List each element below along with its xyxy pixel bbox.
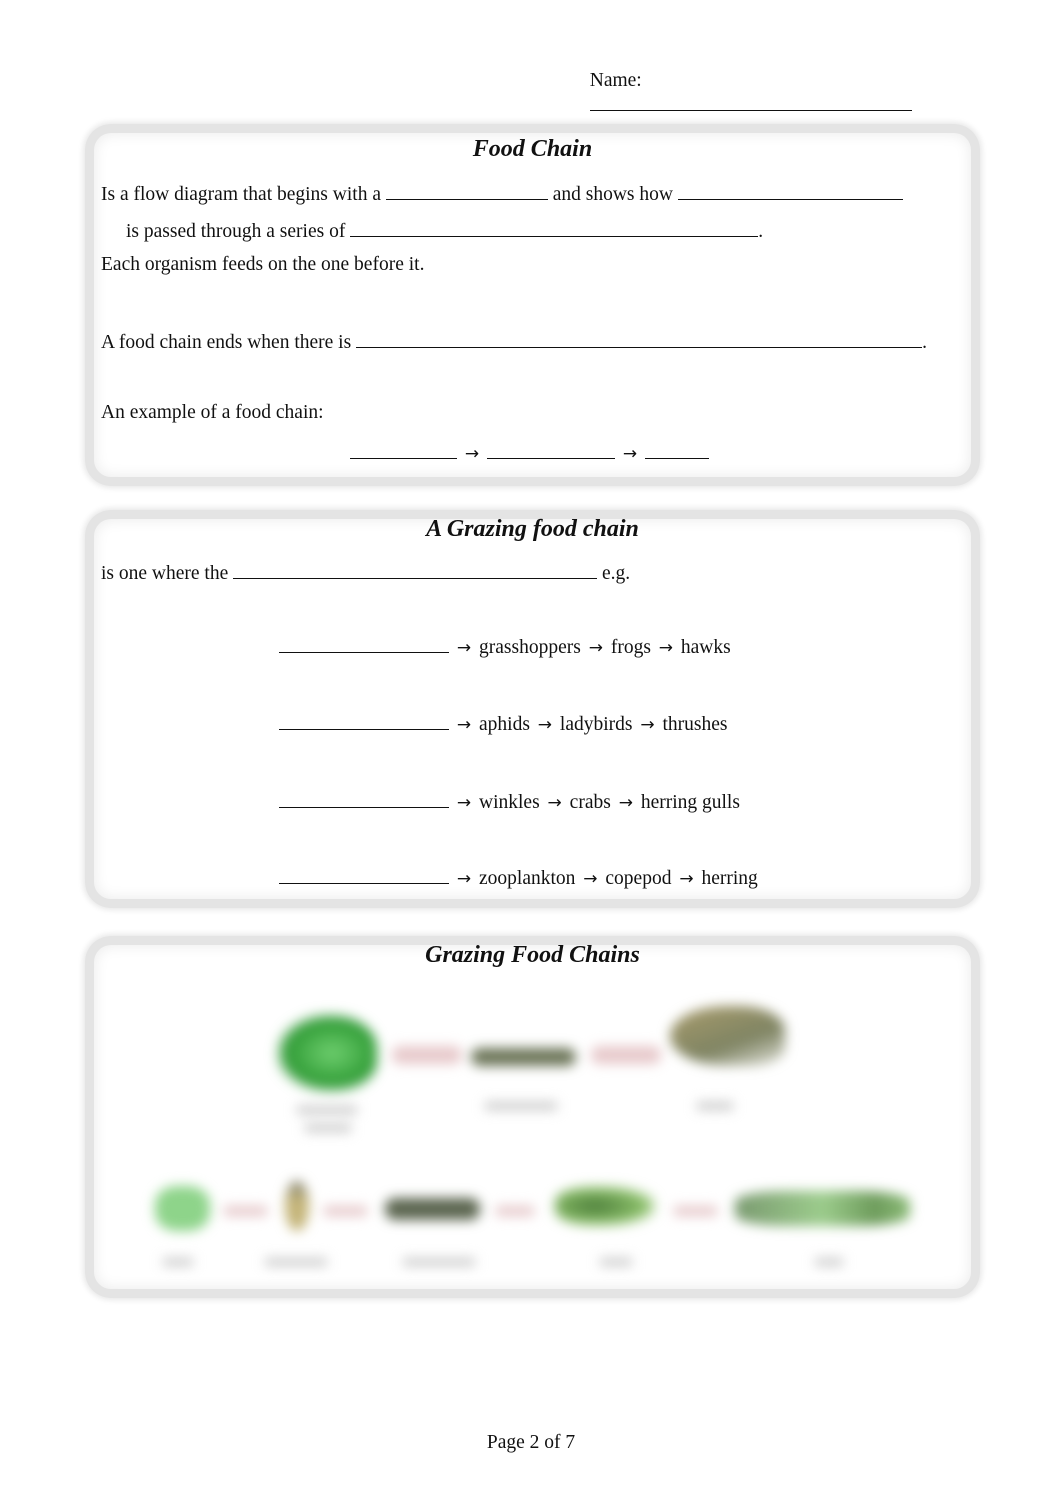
arrow-icon: → [456,793,472,813]
snake-illustration [735,1191,910,1226]
blank-series[interactable] [350,218,759,237]
definition-line-1: Is a flow diagram that begins with a and… [101,181,903,206]
example-chain: → → [350,440,709,465]
arrow-icon: → [464,444,480,464]
food-chain-section: Food Chain Is a flow diagram that begins… [85,124,980,486]
arrow-illustration [673,1206,718,1216]
definition-line-3: Each organism feeds on the one before it… [101,254,425,275]
organism: ladybirds [559,714,633,735]
arrow-illustration [495,1206,535,1216]
arrow-illustration [323,1206,368,1216]
section-title: A Grazing food chain [426,516,639,542]
arrow-icon: → [456,869,472,889]
arrow-icon: → [658,638,674,658]
figure-label [265,1258,327,1266]
blank-what[interactable] [677,181,903,200]
arrow-icon: → [456,638,472,658]
example-label: An example of a food chain: [101,402,324,423]
blank-example-3[interactable] [645,440,709,459]
definition-text: is one where the [101,563,229,584]
arrow-icon: → [618,793,633,813]
bird-illustration [670,1006,785,1066]
blank-producer[interactable] [279,634,449,653]
example-chain-row: → aphids → ladybirds → thrushes [279,711,728,736]
period: . [922,332,927,353]
name-label: Name: [589,70,642,91]
arrow-icon: → [456,715,472,735]
blank-producer[interactable] [279,789,449,808]
definition-line-2: is passed through a series of . [126,218,763,243]
arrow-icon: → [583,869,598,889]
section-title: Food Chain [472,136,593,162]
page-number: Page 2 of 7 [486,1432,576,1453]
grazing-food-chain-section: A Grazing food chain is one where the e.… [85,510,980,908]
grazing-definition: is one where the e.g. [101,560,630,585]
definition-text: is passed through a series of [126,221,346,242]
arrow-icon: → [588,638,603,658]
blank-ending[interactable] [356,329,923,348]
blank-producer[interactable] [279,711,449,730]
blank-example-1[interactable] [350,440,457,459]
caterpillar-illustration [471,1048,576,1066]
name-blank[interactable] [589,92,912,111]
organism: winkles [479,792,540,813]
definition-text: Is a flow diagram that begins with a [101,184,381,205]
organism: hawks [680,637,731,658]
frog-illustration [555,1186,655,1226]
ending-line: A food chain ends when there is . [101,329,927,354]
organism: zooplankton [479,868,576,889]
figure-label [485,1102,557,1110]
figure-label [600,1258,632,1266]
figure-label [815,1258,843,1266]
insect-illustration [285,1181,309,1231]
period: . [758,221,764,242]
arrow-icon: → [640,715,655,735]
organism: grasshoppers [479,637,581,658]
definition-text: and shows how [552,184,673,205]
arrow-illustration [392,1046,462,1064]
organism: crabs [569,792,611,813]
name-field[interactable]: Name: [580,48,912,117]
example-chain-row: → grasshoppers → frogs → hawks [279,634,731,659]
arrow-icon: → [622,444,638,464]
organism: herring [701,868,758,889]
blank-start[interactable] [385,181,548,200]
arrow-illustration [591,1046,661,1064]
plant-illustration [155,1186,210,1231]
arrow-icon: → [679,869,694,889]
eg-text: e.g. [602,563,631,584]
organism: herring gulls [640,792,740,813]
figure-label [403,1258,475,1266]
caterpillar-illustration [385,1198,480,1220]
figure-label [163,1258,193,1266]
ending-text: A food chain ends when there is [101,332,352,353]
arrow-icon: → [547,793,562,813]
example-chain-row: → winkles → crabs → herring gulls [279,789,740,814]
cabbage-illustration [277,1014,377,1092]
organism: thrushes [662,714,728,735]
organism: copepod [605,868,672,889]
figure-label [297,1106,357,1114]
blank-example-2[interactable] [487,440,615,459]
grazing-food-chains-figure-section: Grazing Food Chains [85,936,980,1298]
figure-label [697,1102,733,1110]
section-title: Grazing Food Chains [425,942,640,968]
arrow-icon: → [537,715,553,735]
blank-grazing[interactable] [233,560,598,579]
blank-producer[interactable] [279,865,449,884]
arrow-illustration [223,1206,268,1216]
organism: frogs [610,637,651,658]
figure-label [305,1124,351,1132]
organism: aphids [479,714,530,735]
example-chain-row: → zooplankton → copepod → herring [279,865,758,890]
